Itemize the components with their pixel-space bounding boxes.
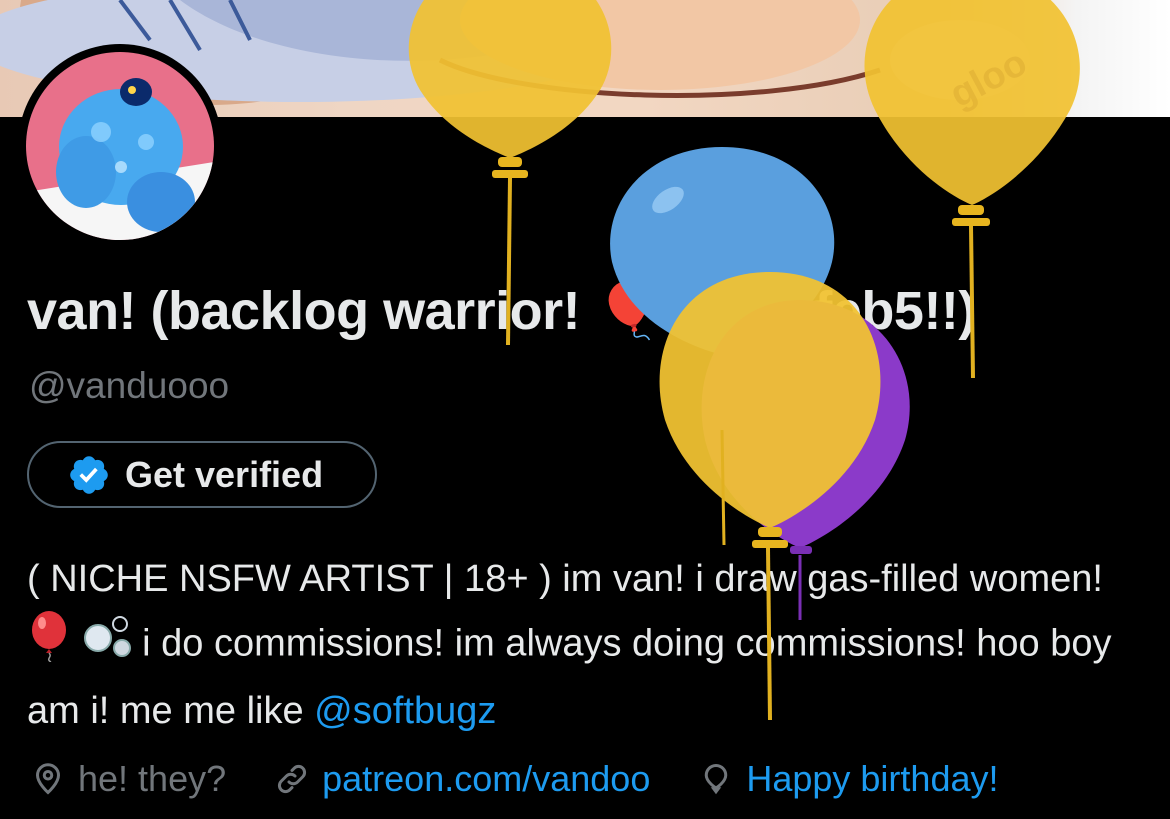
balloon-emoji-icon <box>27 610 71 681</box>
profile-meta-row: he! they? patreon.com/vandoo Happy birth… <box>30 752 1046 806</box>
bubbles-emoji-icon <box>82 614 132 677</box>
bio-text-2: i do commissions! im always doing commis… <box>27 622 1112 732</box>
get-verified-label: Get verified <box>125 453 324 495</box>
verified-badge-icon <box>70 455 108 494</box>
location-text: he! they? <box>78 758 227 799</box>
profile-bio: ( NICHE NSFW ARTIST | 18+ ) im van! i dr… <box>27 549 1147 742</box>
birthday-text[interactable]: Happy birthday! <box>746 758 998 800</box>
link-icon <box>278 765 307 793</box>
bio-mention-link[interactable]: @softbugz <box>314 690 496 732</box>
handle: @vanduooo <box>29 365 230 406</box>
display-name: van! (backlog warrior! 🎈 bday feb5!!) <box>27 281 976 341</box>
avatar-image <box>26 52 214 240</box>
location-item: he! they? <box>30 758 226 800</box>
avatar[interactable] <box>18 44 222 248</box>
bio-text-1: ( NICHE NSFW ARTIST | 18+ ) im van! i dr… <box>27 558 1103 600</box>
get-verified-button[interactable]: Get verified <box>27 441 377 508</box>
birthday-item[interactable]: Happy birthday! <box>698 758 998 800</box>
balloon-icon <box>705 763 728 795</box>
website-link[interactable]: patreon.com/vandoo <box>322 758 650 800</box>
location-pin-icon <box>35 763 61 795</box>
website-item[interactable]: patreon.com/vandoo <box>274 758 650 800</box>
